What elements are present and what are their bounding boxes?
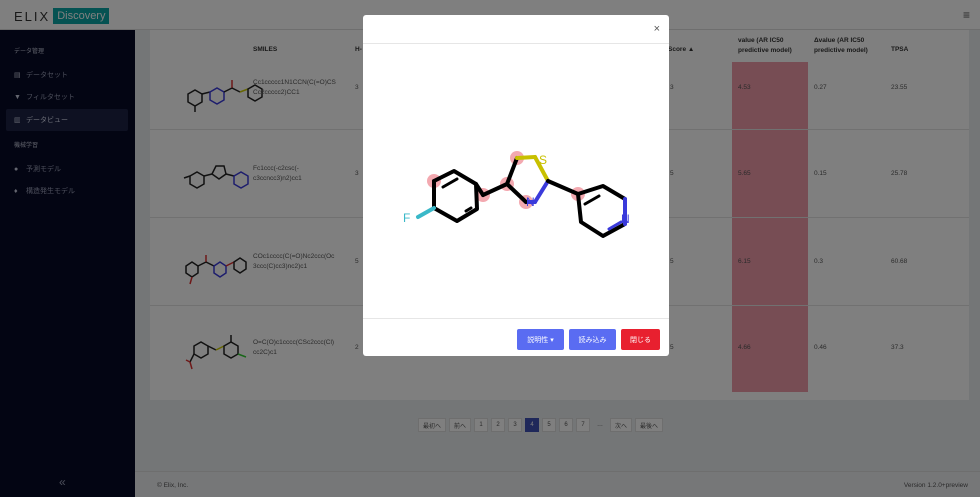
close-icon[interactable]: ×: [654, 23, 660, 35]
molecule-structure: F S N N: [403, 151, 630, 238]
atom-f: F: [403, 211, 410, 225]
atom-n-thiazole: N: [526, 195, 535, 209]
load-button[interactable]: 読み込み: [569, 329, 616, 350]
modal-body: F S N N: [363, 44, 669, 318]
atom-s: S: [539, 153, 547, 167]
modal-footer: 説明性 ▾ 読み込み 閉じる: [363, 318, 669, 356]
close-button[interactable]: 閉じる: [621, 329, 660, 350]
explainability-dropdown-button[interactable]: 説明性 ▾: [517, 329, 564, 350]
modal-header: ×: [363, 15, 669, 44]
molecule-modal: × F S N N 説明性 ▾ 読み込み 閉じる: [363, 15, 669, 356]
atom-n-pyridine: N: [621, 212, 630, 226]
